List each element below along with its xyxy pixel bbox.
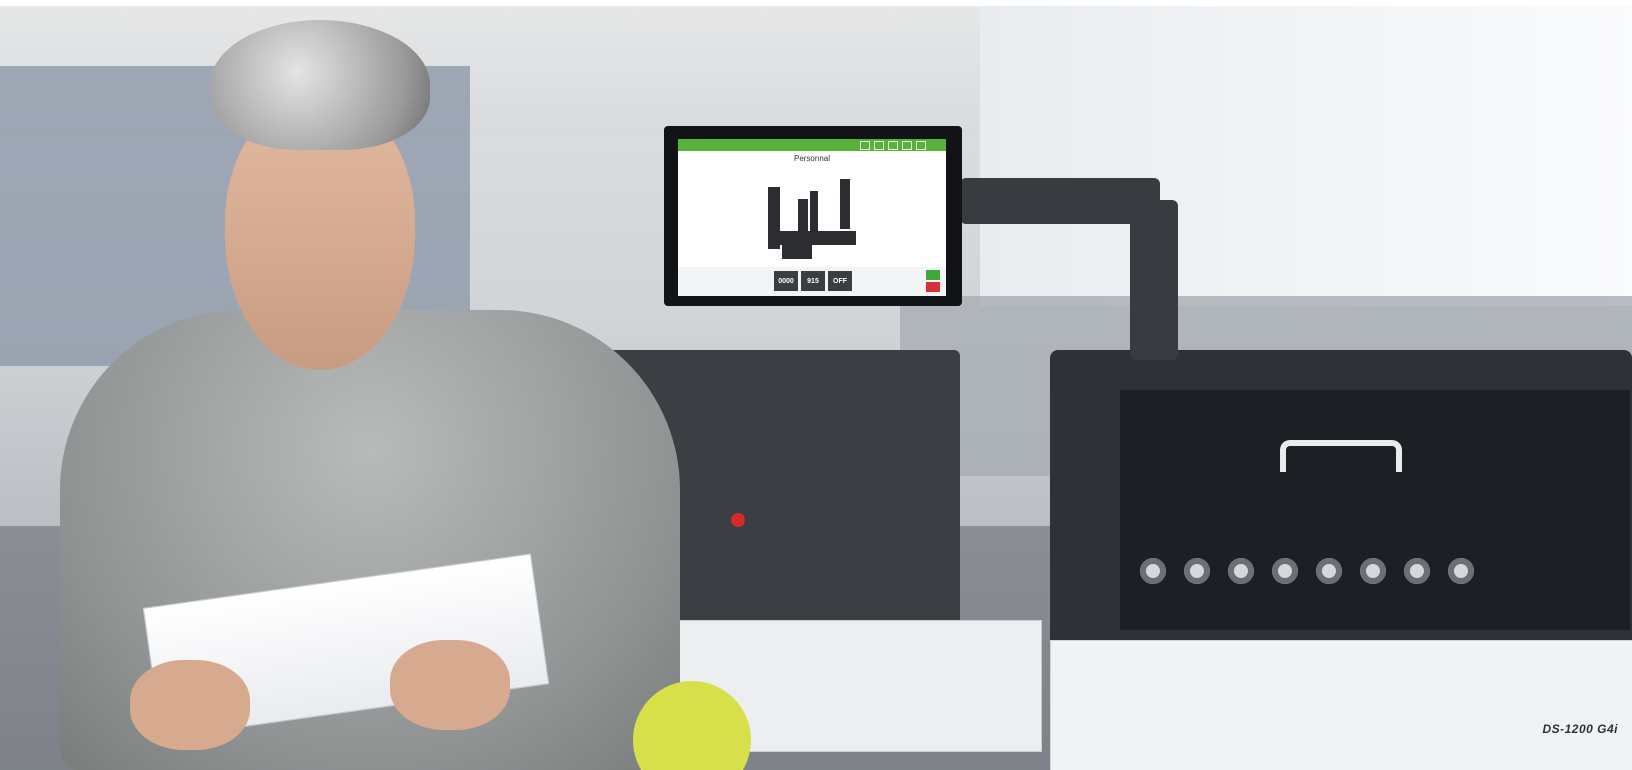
inserter-base <box>1050 640 1632 770</box>
model-label: DS-1200 G4i <box>1542 722 1618 736</box>
right-hand <box>390 640 510 730</box>
monitor-arm-post <box>1130 200 1178 360</box>
office-windows <box>980 6 1632 306</box>
roller <box>1316 558 1342 584</box>
grey-hair <box>210 20 430 150</box>
counter-row: 0000 915 OFF <box>774 271 852 291</box>
user-icon <box>874 141 884 150</box>
counter-value: OFF <box>828 271 852 291</box>
roller <box>1404 558 1430 584</box>
roller <box>1272 558 1298 584</box>
stop-button <box>926 282 940 292</box>
machine-diagram <box>768 179 858 259</box>
left-hand <box>130 660 250 750</box>
hero-image: DS-1200 G4i Personnal 0000 915 OFF <box>0 0 1632 770</box>
man-reading-mail <box>60 20 680 770</box>
screen-title: Personnal <box>793 154 831 163</box>
home-icon <box>860 141 870 150</box>
roller <box>1360 558 1386 584</box>
help-icon <box>916 141 926 150</box>
emergency-stop-button <box>731 513 745 527</box>
counter-value: 915 <box>801 271 825 291</box>
inserter-window <box>1120 390 1630 630</box>
settings-icon <box>902 141 912 150</box>
screen-toolbar <box>678 139 946 151</box>
counter-value: 0000 <box>774 271 798 291</box>
control-screen: Personnal 0000 915 OFF <box>678 139 946 296</box>
roller <box>1228 558 1254 584</box>
cover-handle <box>1280 440 1402 472</box>
roller <box>1140 558 1166 584</box>
screen-footer: 0000 915 OFF <box>678 267 946 296</box>
roller-row <box>1140 558 1560 588</box>
roller <box>1448 558 1474 584</box>
job-icon <box>888 141 898 150</box>
start-button <box>926 270 940 280</box>
roller <box>1184 558 1210 584</box>
